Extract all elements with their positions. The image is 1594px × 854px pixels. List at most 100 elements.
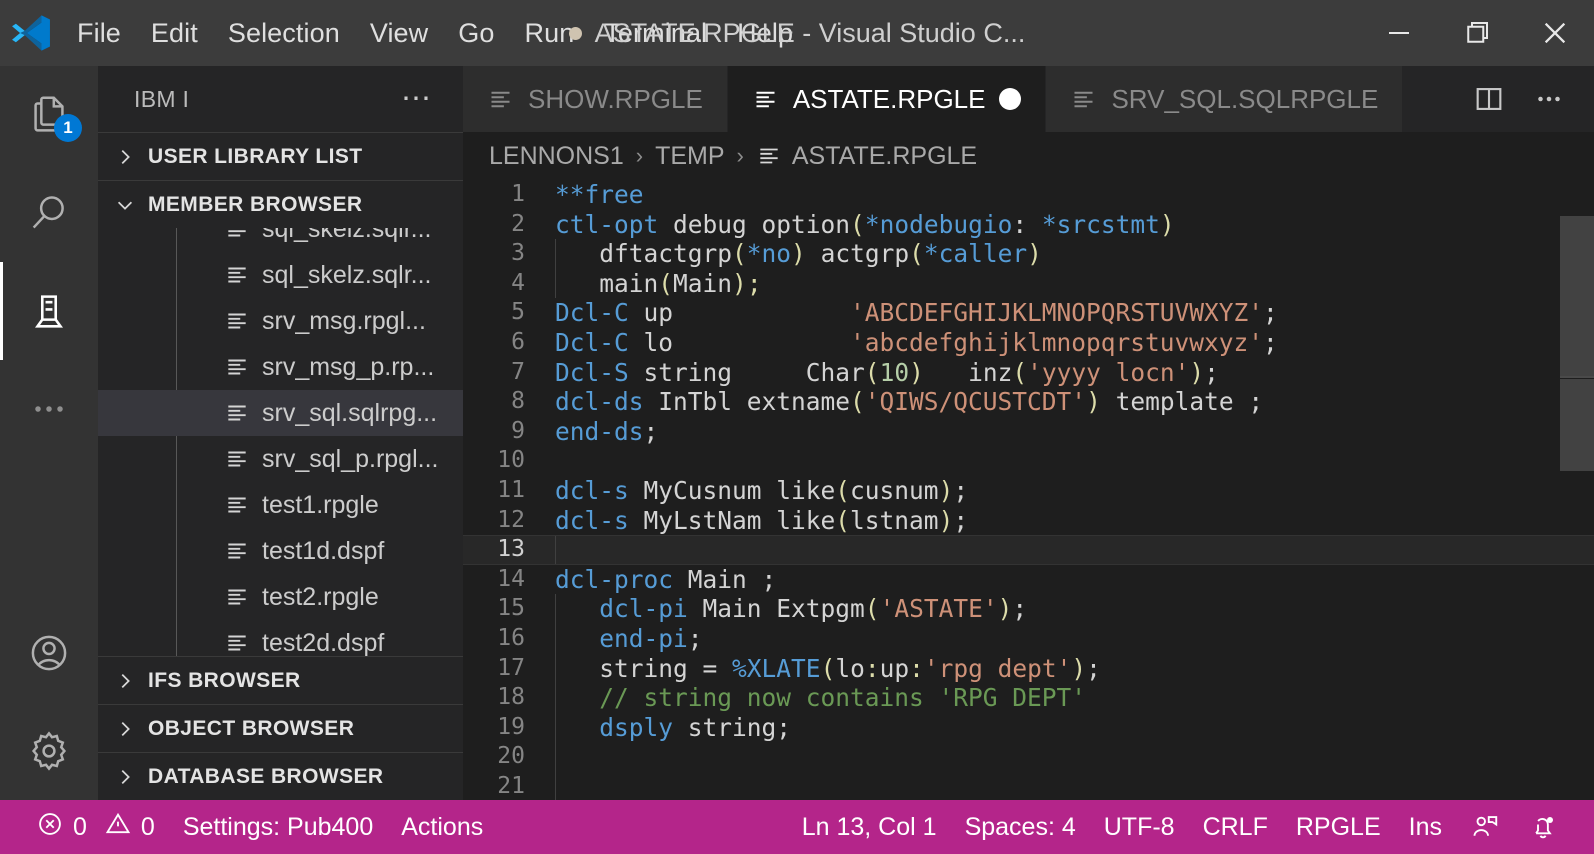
code-editor[interactable]: 1 **free 2 ctl-opt debug option(*nodebugio:… (463, 180, 1594, 800)
status-encoding[interactable]: UTF-8 (1090, 800, 1189, 854)
line-number: 19 (497, 713, 525, 740)
tab-label: SRV_SQL.SQLRPGLE (1111, 83, 1379, 114)
section-label: DATABASE BROWSER (148, 764, 384, 788)
menu-terminal[interactable]: Terminal (589, 0, 722, 66)
code-line[interactable]: 8 dcl-ds InTbl extname('QIWS/QCUSTCDT') t… (463, 387, 1594, 417)
member-list-item[interactable]: srv_msg.rpgl... (98, 298, 463, 344)
code-token: Dcl-C (555, 327, 629, 357)
menu-run[interactable]: Run (509, 0, 589, 66)
menu-file[interactable]: File (62, 0, 136, 66)
status-live-share-icon[interactable] (1456, 800, 1514, 854)
status-indentation[interactable]: Spaces: 4 (951, 800, 1090, 854)
activity-more-views[interactable] (0, 360, 98, 458)
code-line[interactable]: 13 (463, 535, 1594, 565)
menu-go[interactable]: Go (443, 0, 509, 66)
member-list-item[interactable]: test1.rpgle (98, 482, 463, 528)
member-browser-tree[interactable]: sql_skelz.sqlr... sql_skelz.sqlr... srv_ms… (98, 228, 463, 656)
scrollbar-thumb-lower[interactable] (1560, 379, 1594, 471)
code-line[interactable]: 11 dcl-s MyCusnum like(cusnum); (463, 476, 1594, 506)
code-line[interactable]: 9 end-ds; (463, 417, 1594, 447)
code-line[interactable]: 2 ctl-opt debug option(*nodebugio: *srcst… (463, 210, 1594, 240)
code-token: ctl-opt (555, 209, 659, 239)
code-line[interactable]: 16 end-pi; (463, 623, 1594, 654)
code-line[interactable]: 6 Dcl-C lo 'abcdefghijklmnopqrstuvwxyz'; (463, 328, 1594, 358)
scrollbar-thumb[interactable] (1560, 216, 1594, 376)
breadcrumb-member[interactable]: ASTATE.RPGLE (792, 142, 977, 171)
line-number: 7 (511, 358, 525, 385)
breadcrumb-library[interactable]: LENNONS1 (489, 142, 624, 171)
activity-explorer[interactable]: 1 (0, 66, 98, 164)
close-button[interactable] (1516, 0, 1594, 66)
code-token: ( (909, 239, 924, 269)
status-notifications-icon[interactable] (1514, 800, 1572, 854)
tab-dirty-indicator[interactable] (999, 88, 1022, 110)
code-line[interactable]: 5 Dcl-C up 'ABCDEFGHIJKLMNOPQRSTUVWXYZ'; (463, 298, 1594, 328)
sidebar-section-object-browser[interactable]: OBJECT BROWSER (98, 704, 463, 752)
member-list-item[interactable]: sql_skelz.sqlr... (98, 228, 463, 252)
code-token: dsply (599, 712, 674, 742)
activity-search[interactable] (0, 164, 98, 262)
code-token: ) (1086, 387, 1101, 417)
code-token: Dcl-S (555, 357, 629, 387)
code-line[interactable]: 20 (463, 742, 1594, 772)
status-actions[interactable]: Actions (387, 800, 497, 854)
code-line[interactable]: 3 dftactgrp(*no) actgrp(*caller) (463, 239, 1594, 269)
sidebar-more-actions-icon[interactable]: ⋯ (401, 84, 443, 114)
code-line[interactable]: 1 **free (463, 180, 1594, 210)
editor-tab[interactable]: SRV_SQL.SQLRPGLE (1046, 66, 1404, 132)
breadcrumb-file[interactable]: TEMP (655, 142, 724, 171)
editor-tab[interactable]: SHOW.RPGLE (463, 66, 728, 132)
sidebar-section-member-browser[interactable]: MEMBER BROWSER (98, 180, 463, 228)
tab-label: ASTATE.RPGLE (792, 83, 986, 114)
status-settings-connection[interactable]: Settings: Pub400 (169, 800, 387, 854)
menu-edit[interactable]: Edit (136, 0, 213, 66)
member-file-icon (224, 538, 250, 564)
member-list-item[interactable]: test1d.dspf (98, 528, 463, 574)
status-bar: 0 0 Settings: Pub400 Actions Ln 13, Col … (0, 800, 1594, 854)
member-list-item[interactable]: test2.rpgle (98, 574, 463, 620)
maximize-restore-button[interactable] (1438, 0, 1516, 66)
code-line[interactable]: 4 main(Main); (463, 268, 1594, 299)
minimize-button[interactable] (1360, 0, 1438, 66)
member-list-item[interactable]: srv_msg_p.rp... (98, 344, 463, 390)
code-line[interactable]: 18 // string now contains 'RPG DEPT' (463, 683, 1594, 713)
member-list-item[interactable]: sql_skelz.sqlr... (98, 252, 463, 298)
status-insert-mode[interactable]: Ins (1395, 800, 1456, 854)
code-token: ; (1263, 327, 1278, 357)
code-line[interactable]: 7 Dcl-S string Char(10) inz('yyyy locn'); (463, 358, 1594, 388)
editor-tab[interactable]: ASTATE.RPGLE (727, 66, 1047, 132)
sidebar-section-ifs-browser[interactable]: IFS BROWSER (98, 656, 463, 704)
code-line[interactable]: 15 dcl-pi Main Extpgm('ASTATE'); (463, 594, 1594, 624)
code-token: end-ds (555, 416, 644, 446)
menu-view[interactable]: View (355, 0, 443, 66)
sidebar-section-database-browser[interactable]: DATABASE BROWSER (98, 752, 463, 800)
split-editor-right-icon[interactable] (1462, 66, 1516, 132)
member-list-item[interactable]: srv_sql_p.rpgl... (98, 436, 463, 482)
explorer-badge: 1 (54, 114, 82, 142)
activity-settings[interactable] (0, 702, 98, 800)
code-line[interactable]: 21 (463, 771, 1594, 800)
activity-account[interactable] (0, 604, 98, 702)
status-eol[interactable]: CRLF (1189, 800, 1282, 854)
member-list-item[interactable]: srv_sql.sqlrpg... (98, 390, 463, 436)
line-number: 2 (511, 210, 525, 237)
editor-vertical-scrollbar[interactable] (1560, 180, 1594, 800)
sidebar-section-user-library-list[interactable]: USER LIBRARY LIST (98, 132, 463, 180)
member-label: srv_sql.sqlrpg... (262, 398, 438, 427)
member-list-item[interactable]: test2d.dspf (98, 620, 463, 656)
code-line[interactable]: 19 dsply string; (463, 712, 1594, 743)
status-problems[interactable]: 0 0 (22, 800, 169, 854)
code-line[interactable]: 12 dcl-s MyLstNam like(lstnam); (463, 506, 1594, 536)
member-label: sql_skelz.sqlr... (262, 228, 432, 243)
menu-help[interactable]: Help (722, 0, 808, 66)
code-line[interactable]: 14 dcl-proc Main ; (463, 565, 1594, 595)
status-cursor-position[interactable]: Ln 13, Col 1 (788, 800, 951, 854)
status-language-mode[interactable]: RPGLE (1282, 800, 1395, 854)
code-token: ( (864, 357, 880, 387)
activity-ibmi[interactable] (0, 262, 98, 360)
code-line[interactable]: 10 (463, 446, 1594, 476)
menu-selection[interactable]: Selection (213, 0, 355, 66)
editor-more-actions-icon[interactable] (1522, 66, 1576, 132)
chevron-right-icon (112, 144, 138, 170)
code-line[interactable]: 17 string = %XLATE(lo:up:'rpg dept'); (463, 653, 1594, 684)
